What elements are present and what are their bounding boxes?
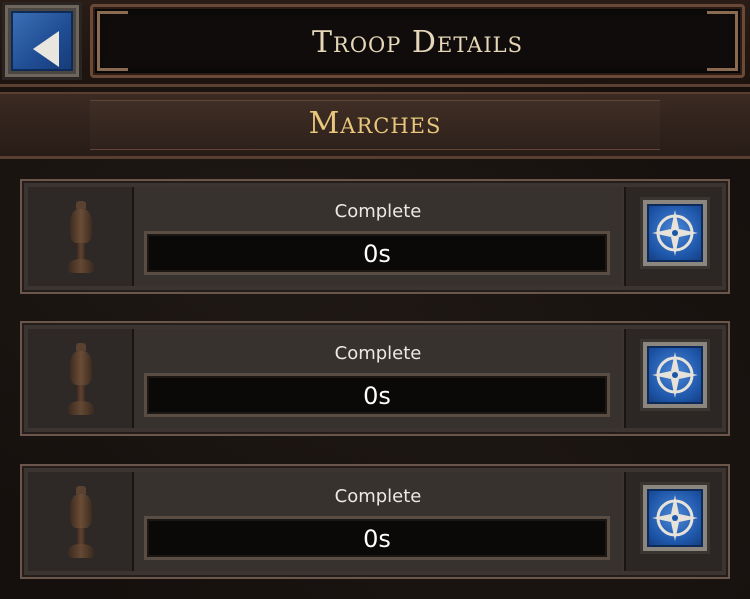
page-title: Troop Details: [312, 25, 523, 60]
march-progress-bar: 0s: [144, 373, 610, 417]
compass-icon: [652, 210, 698, 256]
back-button-face: [11, 11, 73, 71]
locate-march-button[interactable]: [640, 339, 710, 411]
march-slot: [28, 329, 134, 428]
back-arrow-icon: [33, 31, 59, 67]
march-status: Complete: [334, 486, 422, 507]
march-progress-bar: 0s: [144, 231, 610, 275]
march-status: Complete: [334, 343, 422, 364]
compass-icon: [652, 495, 698, 541]
march-info: Complete 0s: [134, 472, 622, 571]
action-frame: [624, 187, 722, 286]
section-title: Marches: [308, 106, 442, 141]
march-info: Complete 0s: [134, 187, 622, 286]
locate-march-button[interactable]: [640, 482, 710, 554]
compass-icon: [652, 352, 698, 398]
action-frame: [624, 329, 722, 428]
march-row: Complete 0s: [20, 321, 730, 436]
title-frame: Troop Details: [90, 4, 745, 78]
march-progress-bar: 0s: [144, 516, 610, 560]
march-row: Complete 0s: [20, 179, 730, 294]
section-bar: Marches: [0, 92, 750, 159]
march-row: Complete 0s: [20, 464, 730, 579]
march-time: 0s: [363, 525, 391, 553]
back-button[interactable]: [2, 2, 82, 80]
locate-march-button[interactable]: [640, 197, 710, 269]
march-status: Complete: [334, 201, 422, 222]
urn-icon: [66, 201, 96, 275]
header: Troop Details: [0, 0, 750, 87]
march-time: 0s: [363, 382, 391, 410]
urn-icon: [66, 343, 96, 417]
march-slot: [28, 187, 134, 286]
urn-icon: [66, 486, 96, 560]
action-frame: [624, 472, 722, 571]
march-info: Complete 0s: [134, 329, 622, 428]
march-time: 0s: [363, 240, 391, 268]
march-slot: [28, 472, 134, 571]
